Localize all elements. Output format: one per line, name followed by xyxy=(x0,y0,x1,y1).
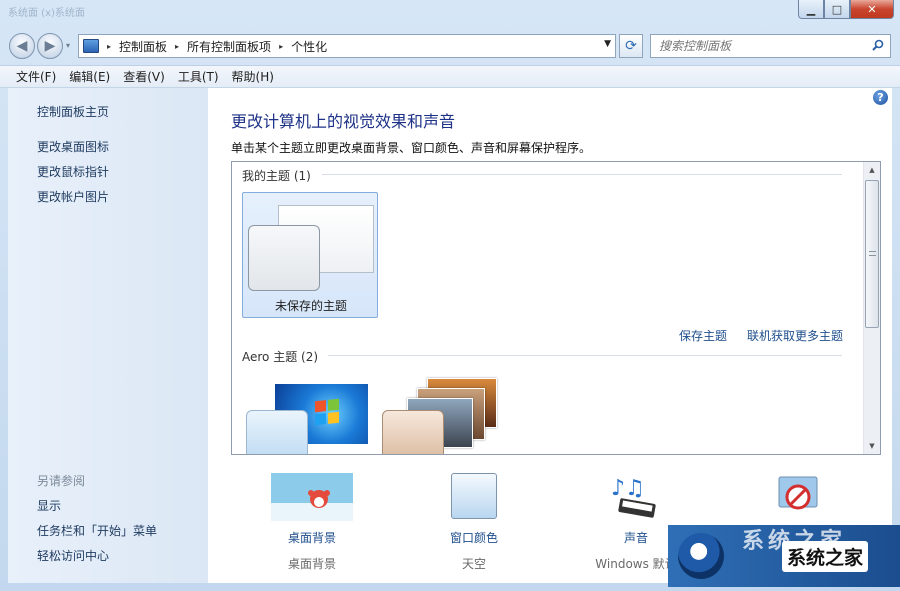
display-link[interactable]: 显示 xyxy=(37,497,61,514)
window-color-item[interactable]: 窗口颜色 天空 xyxy=(414,473,534,572)
window-color-label[interactable]: 窗口颜色 xyxy=(414,529,534,546)
address-dropdown-icon[interactable]: ▼ xyxy=(604,39,611,49)
menu-view[interactable]: 查看(V) xyxy=(115,68,170,85)
watermark-logo-icon xyxy=(678,533,724,579)
theme-preview-window xyxy=(248,225,320,291)
theme-list-scrollbar[interactable]: ▲ ▼ xyxy=(863,162,880,454)
scroll-down-icon[interactable]: ▼ xyxy=(864,438,880,454)
svg-text:♪♫: ♪♫ xyxy=(611,476,645,501)
maximize-button[interactable]: □ xyxy=(824,0,850,19)
taskbar-start-menu-link[interactable]: 任务栏和「开始」菜单 xyxy=(37,522,157,539)
window-color-swatch-icon xyxy=(451,473,497,519)
divider xyxy=(322,174,842,175)
scroll-up-icon[interactable]: ▲ xyxy=(864,162,880,178)
get-more-themes-link[interactable]: 联机获取更多主题 xyxy=(747,327,843,344)
divider xyxy=(328,355,842,356)
control-panel-window: 系统面 (x)系统面 ▁ □ ✕ ◀ ▶ ▾ ▸ 控制面板 ▸ 所有控制面板项 … xyxy=(0,0,900,591)
theme-preview-window xyxy=(382,410,444,454)
change-desktop-icons-link[interactable]: 更改桌面图标 xyxy=(37,138,109,155)
refresh-button[interactable]: ⟳ xyxy=(619,34,643,58)
control-panel-icon xyxy=(83,39,99,53)
breadcrumb-chevron-icon[interactable]: ▸ xyxy=(175,42,179,51)
window-controls: ▁ □ ✕ xyxy=(798,0,894,19)
window-color-value: 天空 xyxy=(461,557,486,571)
title-bar[interactable]: 系统面 (x)系统面 ▁ □ ✕ xyxy=(0,0,900,28)
my-themes-label: 我的主题 (1) xyxy=(242,169,311,183)
theme-unsaved-label: 未保存的主题 xyxy=(274,299,347,313)
close-button[interactable]: ✕ xyxy=(850,0,894,19)
menu-file[interactable]: 文件(F) xyxy=(8,68,61,85)
sounds-icon: ♪♫ xyxy=(611,476,656,518)
grip-icon xyxy=(869,251,876,256)
page-subtitle: 单击某个主题立即更改桌面背景、窗口颜色、声音和屏幕保护程序。 xyxy=(231,141,592,155)
desktop-background-icon xyxy=(271,473,353,521)
theme-preview-window xyxy=(246,410,308,454)
address-bar[interactable]: ▸ 控制面板 ▸ 所有控制面板项 ▸ 个性化 ▼ xyxy=(78,34,616,58)
desktop-background-label[interactable]: 桌面背景 xyxy=(252,529,372,546)
navigation-bar: ◀ ▶ ▾ ▸ 控制面板 ▸ 所有控制面板项 ▸ 个性化 ▼ ⟳ xyxy=(0,30,900,62)
scrollbar-thumb[interactable] xyxy=(865,180,879,328)
menu-help[interactable]: 帮助(H) xyxy=(224,68,279,85)
change-mouse-pointers-link[interactable]: 更改鼠标指针 xyxy=(37,163,109,180)
back-button[interactable]: ◀ xyxy=(9,33,35,59)
see-also-header: 另请参阅 xyxy=(37,474,86,488)
theme-unsaved[interactable]: 未保存的主题 xyxy=(242,192,378,318)
page-heading: 更改计算机上的视觉效果和声音 xyxy=(231,112,456,131)
aero-themes-label: Aero 主题 (2) xyxy=(242,350,319,364)
breadcrumb-chevron-icon[interactable]: ▸ xyxy=(107,42,111,51)
task-pane: 控制面板主页 更改桌面图标 更改鼠标指针 更改帐户图片 另请参阅 显示 任务栏和… xyxy=(8,88,208,583)
breadcrumb-all-items[interactable]: 所有控制面板项 xyxy=(187,38,271,55)
breadcrumb-chevron-icon[interactable]: ▸ xyxy=(279,42,283,51)
ease-of-access-link[interactable]: 轻松访问中心 xyxy=(37,547,109,564)
help-icon[interactable]: ? xyxy=(873,90,888,105)
theme-windows-7[interactable] xyxy=(242,383,372,454)
search-input[interactable] xyxy=(651,35,861,57)
save-theme-link[interactable]: 保存主题 xyxy=(679,327,727,344)
forward-button[interactable]: ▶ xyxy=(37,33,63,59)
desktop-background-value: 桌面背景 xyxy=(287,557,336,571)
forward-arrow-icon: ▶ xyxy=(44,38,56,54)
menu-tools[interactable]: 工具(T) xyxy=(170,68,224,85)
back-arrow-icon: ◀ xyxy=(16,38,28,54)
menu-edit[interactable]: 编辑(E) xyxy=(61,68,115,85)
search-box xyxy=(650,34,891,58)
windows-logo-icon xyxy=(315,398,339,426)
theme-architecture[interactable] xyxy=(382,378,512,454)
screen-saver-icon xyxy=(778,476,818,510)
recent-pages-dropdown[interactable]: ▾ xyxy=(66,41,70,50)
refresh-icon: ⟳ xyxy=(625,38,637,54)
main-pane: ? 更改计算机上的视觉效果和声音 单击某个主题立即更改桌面背景、窗口颜色、声音和… xyxy=(208,88,892,583)
menu-bar: 文件(F) 编辑(E) 查看(V) 工具(T) 帮助(H) xyxy=(0,65,900,88)
content-area: 控制面板主页 更改桌面图标 更改鼠标指针 更改帐户图片 另请参阅 显示 任务栏和… xyxy=(8,88,892,583)
site-watermark: 系统之家 系统之家 xyxy=(668,525,900,587)
breadcrumb-personalization[interactable]: 个性化 xyxy=(291,38,327,55)
change-account-picture-link[interactable]: 更改帐户图片 xyxy=(37,188,109,205)
breadcrumb-control-panel[interactable]: 控制面板 xyxy=(119,38,167,55)
screen-saver-item[interactable] xyxy=(738,473,858,530)
watermark-faded-text: 系统之家 xyxy=(742,529,847,554)
search-icon[interactable] xyxy=(872,39,884,51)
control-panel-home-link[interactable]: 控制面板主页 xyxy=(37,103,109,120)
minimize-button[interactable]: ▁ xyxy=(798,0,824,19)
theme-list: 我的主题 (1) 未保存的主题 保存主题 联机获取更多主题 Aero 主题 (2… xyxy=(231,161,881,455)
window-title: 系统面 (x)系统面 xyxy=(8,8,85,19)
desktop-background-item[interactable]: 桌面背景 桌面背景 xyxy=(252,473,372,572)
